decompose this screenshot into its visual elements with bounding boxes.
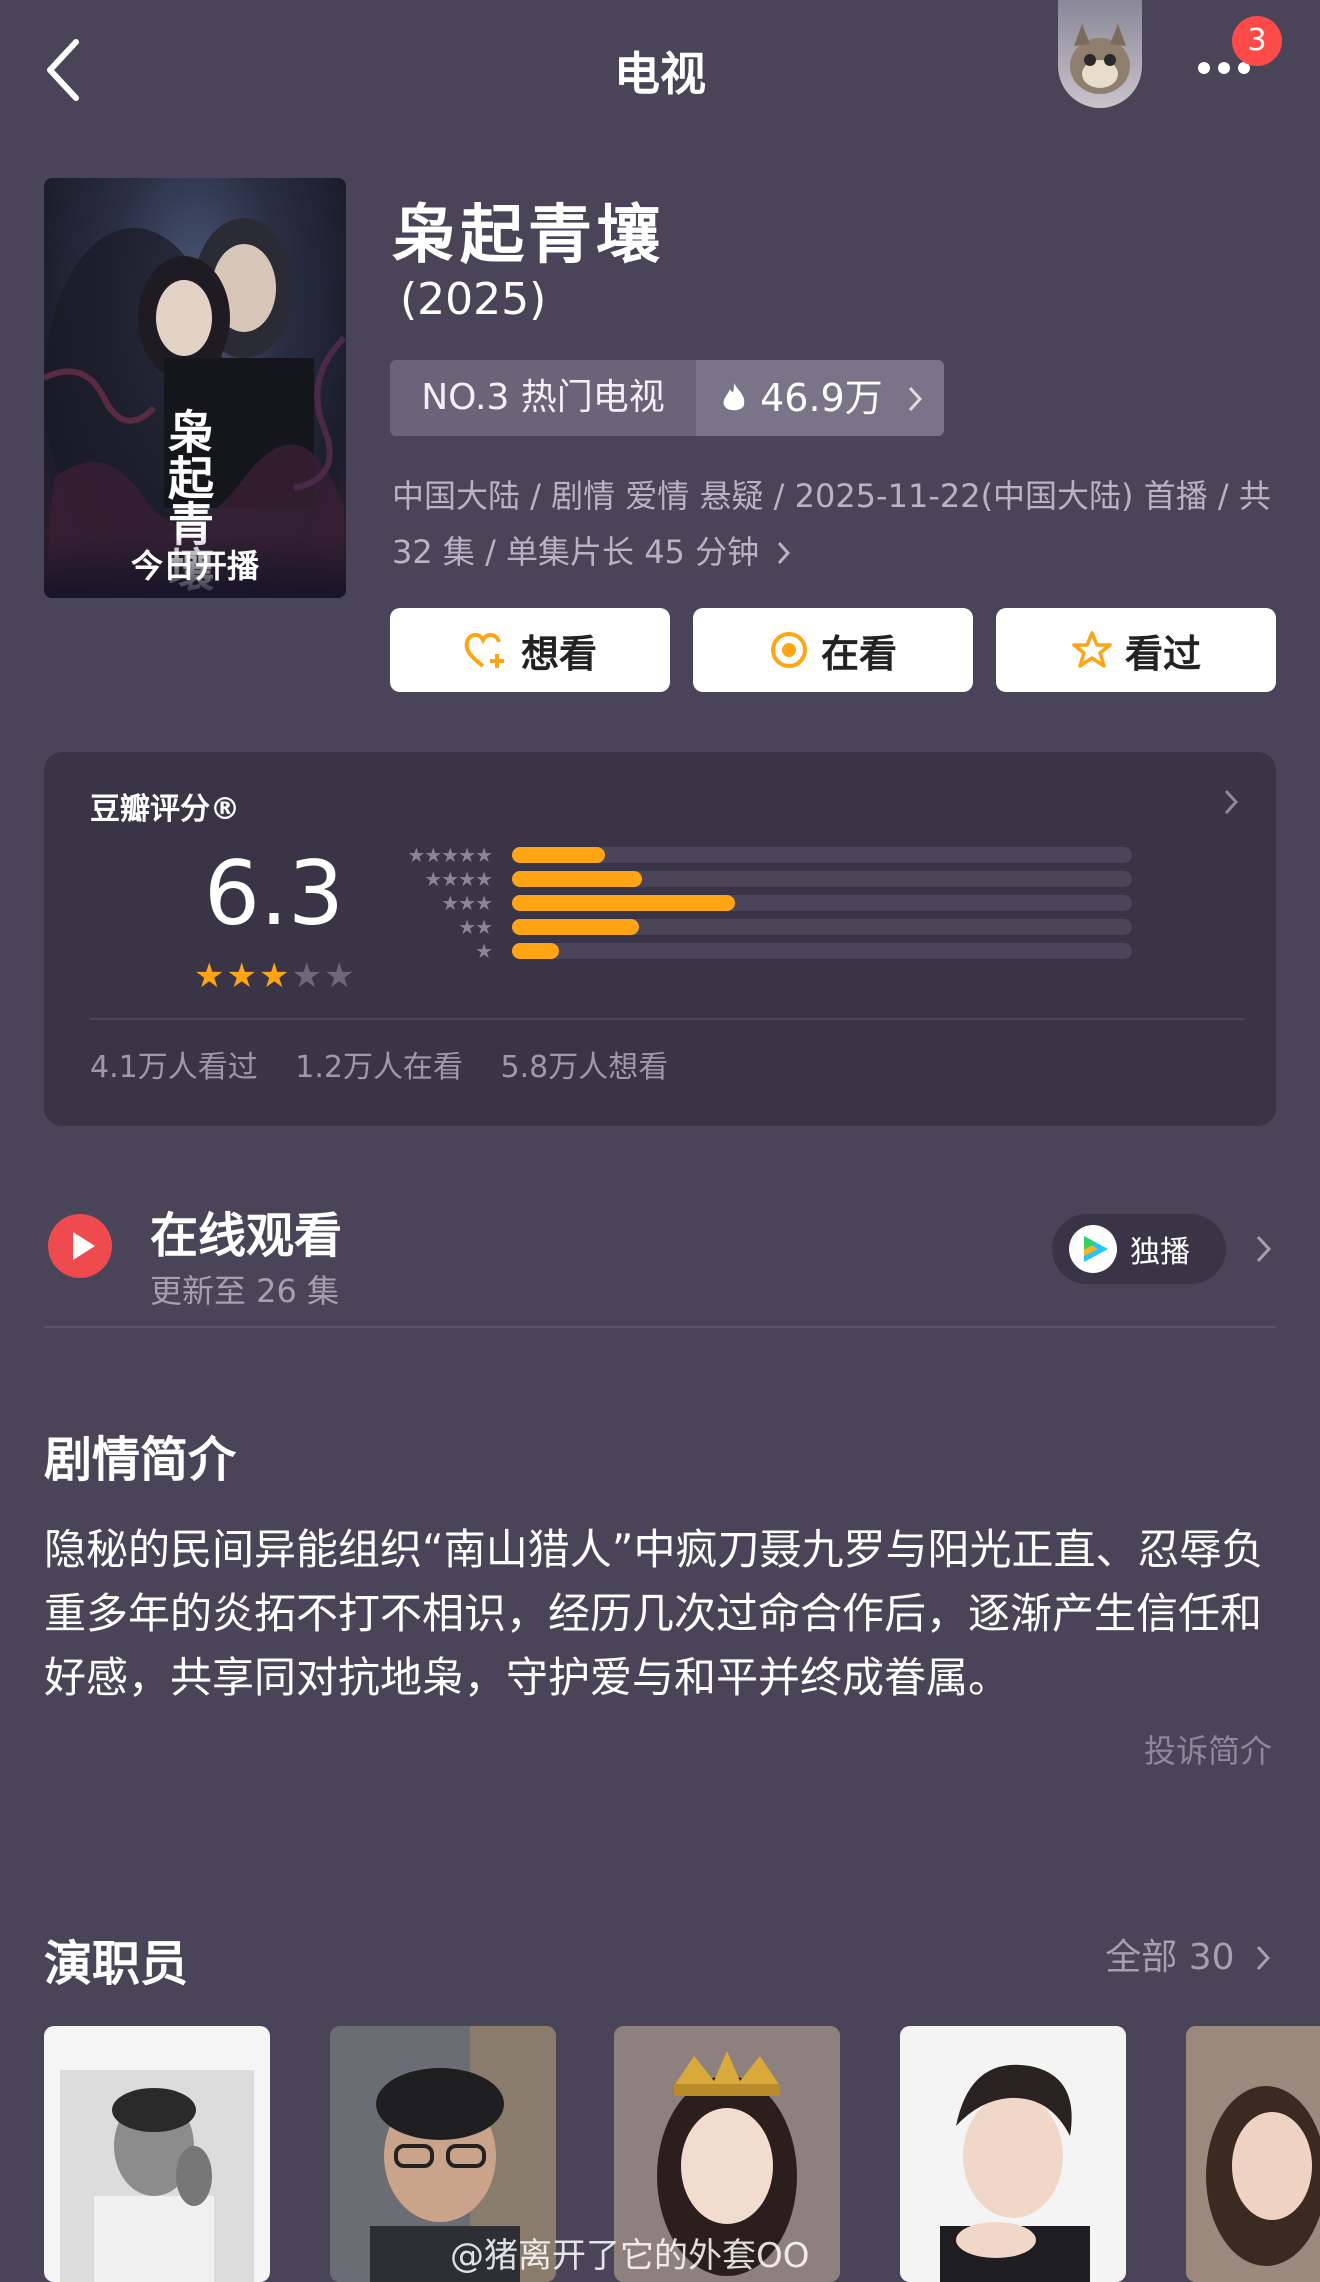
rating-stats: 4.1万人看过 1.2万人在看 5.8万人想看 [90,1042,668,1086]
histogram-bar [512,943,559,959]
star-filled-icon: ★ [226,956,259,996]
watermark-text: @猪离开了它的外套OO [450,2236,810,2276]
online-watch-title[interactable]: 在线观看 [150,1196,342,1266]
cast-photo [60,2070,254,2282]
synopsis-text: 隐秘的民间异能组织“南山猎人”中疯刀聂九罗与阳光正直、忍辱负重多年的炎拓不打不相… [44,1525,1264,1702]
star-filled-icon: ★ [194,956,227,996]
rating-card[interactable]: 豆瓣评分® 6.3 ★★★★★ ★★★★★ ★★★★ ★★★ ★★ ★ 4.1万人看过 … [44,752,1276,1126]
section-divider [44,1326,1276,1328]
target-circle-icon [770,632,807,668]
rating-label: 豆瓣评分® [90,792,240,827]
histogram-star-label: ★★ [458,915,493,939]
cast-title: 演职员 [44,1936,189,1992]
poster-banner: 今日开播 [44,534,346,598]
histogram-track [512,847,1132,863]
show-meta-text: 中国大陆 / 剧情 爱情 悬疑 / 2025-11-22(中国大陆) 首播 / … [392,477,1271,571]
histogram-track [512,943,1132,959]
avatar-image [1070,24,1130,94]
histogram-star-label: ★ [475,939,493,963]
exclusive-label: 独播 [1130,1235,1190,1270]
tencent-video-logo-icon [1069,1225,1117,1273]
show-title: 枭起青壤 [392,199,664,273]
chevron-right-icon[interactable] [1254,1234,1274,1264]
poster-image[interactable]: 枭起青壤 今日开播 [44,178,346,598]
histogram-star-label: ★★★★ [424,867,493,891]
star-outline-icon [1072,631,1112,668]
histogram-bar [512,847,605,863]
cast-member-card[interactable] [44,2026,270,2282]
histogram-bar [512,871,642,887]
card-divider [90,1018,1244,1020]
synopsis-title: 剧情简介 [44,1432,237,1488]
star-empty-icon: ★ [291,956,324,996]
avatar[interactable] [1058,0,1142,108]
heart-plus-icon [464,633,504,668]
cast-member-card[interactable] [1186,2026,1320,2282]
cast-all-link[interactable]: 全部 30 [1105,1928,1272,1980]
want-count: 5.8万人想看 [500,1050,669,1085]
want-button-label: 想看 [520,631,597,676]
star-empty-icon: ★ [323,956,357,996]
watched-count: 4.1万人看过 [90,1050,258,1085]
histogram-bar [512,895,735,911]
cast-photo [1186,2026,1320,2282]
rank-label[interactable]: NO.3 热门电视 [390,360,696,436]
chevron-right-icon [778,541,791,565]
heat-value: 46.9万 [760,376,883,420]
histogram-star-label: ★★★ [441,891,493,915]
flame-icon [723,383,745,411]
complain-link[interactable]: 投诉简介 [1144,1726,1272,1772]
watching-button-label: 在看 [820,631,897,676]
play-triangle-icon [73,1232,95,1260]
notification-badge: 3 [1232,16,1282,66]
show-meta[interactable]: 中国大陆 / 剧情 爱情 悬疑 / 2025-11-22(中国大陆) 首播 / … [392,468,1282,580]
rank-box[interactable]: NO.3 热门电视 46.9万 [390,360,944,436]
rating-score: 6.3 [204,842,344,945]
watched-button-label: 看过 [1124,631,1201,676]
chevron-right-icon [1256,1945,1271,1971]
watching-count: 1.2万人在看 [295,1050,463,1085]
rating-stars: ★★★★★ [194,956,356,996]
histogram-track [512,871,1132,887]
chevron-right-icon [908,386,922,412]
watching-button[interactable]: 在看 [693,608,973,692]
chevron-right-icon [1224,789,1239,815]
histogram-star-label: ★★★★★ [407,843,493,867]
star-filled-icon: ★ [258,956,292,996]
online-watch-subtitle: 更新至 26 集 [150,1272,340,1310]
watched-button[interactable]: 看过 [996,608,1276,692]
histogram-track [512,919,1132,935]
cast-photo [900,2026,1126,2282]
histogram-track [512,895,1132,911]
histogram-bar [512,919,639,935]
show-year: (2025) [400,274,547,325]
cast-all-label: 全部 30 [1105,1937,1235,1978]
play-icon[interactable] [48,1214,112,1278]
heat-value-link[interactable]: 46.9万 [696,360,944,436]
exclusive-platform-button[interactable]: 独播 [1052,1214,1226,1284]
cast-member-card[interactable] [900,2026,1126,2282]
want-button[interactable]: 想看 [390,608,670,692]
